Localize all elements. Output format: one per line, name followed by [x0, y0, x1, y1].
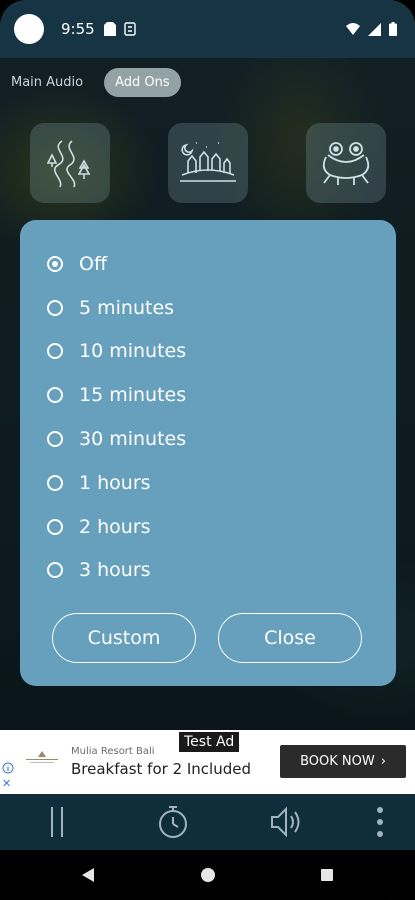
option-label: 1 hours: [79, 471, 151, 494]
timer-options: Off 5 minutes 10 minutes 15 minutes 30 m…: [20, 242, 396, 592]
home-circle-icon: [201, 868, 215, 882]
status-right-icons: [346, 22, 397, 36]
pause-button[interactable]: [38, 794, 78, 850]
volume-icon: [271, 806, 300, 838]
timer-option-30-minutes[interactable]: 30 minutes: [20, 417, 396, 461]
test-ad-label: Test Ad: [179, 732, 240, 752]
option-label: 15 minutes: [79, 384, 187, 407]
radio-button[interactable]: [47, 431, 63, 448]
system-navigation-bar: [0, 850, 415, 900]
battery-icon: [389, 22, 397, 36]
radio-button-selected[interactable]: [47, 255, 63, 272]
more-options-button[interactable]: [366, 794, 394, 850]
back-button[interactable]: [68, 850, 108, 900]
ad-advertiser: Mulia Resort Bali: [71, 746, 155, 757]
option-label: 2 hours: [79, 515, 151, 538]
forest-path-icon: [46, 140, 91, 188]
playback-controls: [0, 794, 415, 850]
option-label: 3 hours: [79, 559, 151, 582]
radio-button[interactable]: [47, 474, 63, 491]
camera-cutout: [14, 14, 44, 44]
radio-button[interactable]: [47, 518, 63, 535]
ad-book-now-button[interactable]: BOOK NOW ›: [280, 745, 406, 778]
sound-tile-forest[interactable]: [30, 123, 110, 203]
tab-main-audio[interactable]: Main Audio: [0, 68, 94, 97]
sleep-timer-dialog: Off 5 minutes 10 minutes 15 minutes 30 m…: [20, 220, 396, 686]
timer-option-10-minutes[interactable]: 10 minutes: [20, 330, 396, 374]
timer-option-15-minutes[interactable]: 15 minutes: [20, 373, 396, 417]
recents-button[interactable]: [307, 850, 347, 900]
radio-button[interactable]: [47, 343, 63, 360]
phone-screen: 9:55 Main Audio Add Ons Off 5 minutes 10…: [0, 0, 415, 900]
recents-square-icon: [321, 869, 333, 881]
tab-add-ons[interactable]: Add Ons: [104, 67, 181, 97]
option-label: Off: [79, 252, 108, 275]
advertiser-logo: [26, 751, 58, 763]
app-notification-icon: [124, 22, 136, 36]
wifi-icon: [346, 23, 360, 35]
ad-info-icon[interactable]: [2, 762, 14, 774]
radio-button[interactable]: [47, 562, 63, 579]
status-time: 9:55: [61, 20, 95, 38]
sound-tile-night-village[interactable]: [168, 123, 248, 203]
signal-icon: [368, 22, 381, 36]
more-vert-icon: [377, 807, 383, 837]
custom-button[interactable]: Custom: [52, 613, 196, 663]
ad-cta-label: BOOK NOW: [300, 754, 375, 769]
sound-tile-frog[interactable]: [306, 123, 386, 203]
volume-button[interactable]: [264, 794, 310, 850]
timer-option-2-hours[interactable]: 2 hours: [20, 505, 396, 549]
sim-card-icon: [104, 22, 116, 36]
sound-tiles: [30, 123, 386, 203]
pause-icon: [51, 807, 63, 837]
frog-icon: [322, 142, 370, 185]
chevron-right-icon: ›: [380, 754, 386, 769]
audio-tabs: Main Audio Add Ons: [0, 65, 181, 99]
radio-button[interactable]: [47, 299, 63, 316]
night-village-icon: [180, 142, 236, 182]
timer-option-5-minutes[interactable]: 5 minutes: [20, 286, 396, 330]
timer-icon: [159, 806, 187, 838]
option-label: 30 minutes: [79, 428, 187, 451]
radio-button[interactable]: [47, 387, 63, 404]
option-label: 10 minutes: [79, 340, 187, 363]
home-button[interactable]: [188, 850, 228, 900]
close-button[interactable]: Close: [218, 613, 362, 663]
timer-option-off[interactable]: Off: [20, 242, 396, 286]
ad-close-icon[interactable]: ✕: [2, 778, 14, 790]
status-bar: 9:55: [0, 0, 415, 58]
back-triangle-icon: [82, 868, 94, 882]
timer-button[interactable]: [150, 794, 196, 850]
timer-option-1-hours[interactable]: 1 hours: [20, 461, 396, 505]
ad-headline: Breakfast for 2 Included: [71, 760, 251, 778]
timer-option-3-hours[interactable]: 3 hours: [20, 549, 396, 593]
dialog-buttons: Custom Close: [52, 613, 362, 663]
option-label: 5 minutes: [79, 296, 175, 319]
